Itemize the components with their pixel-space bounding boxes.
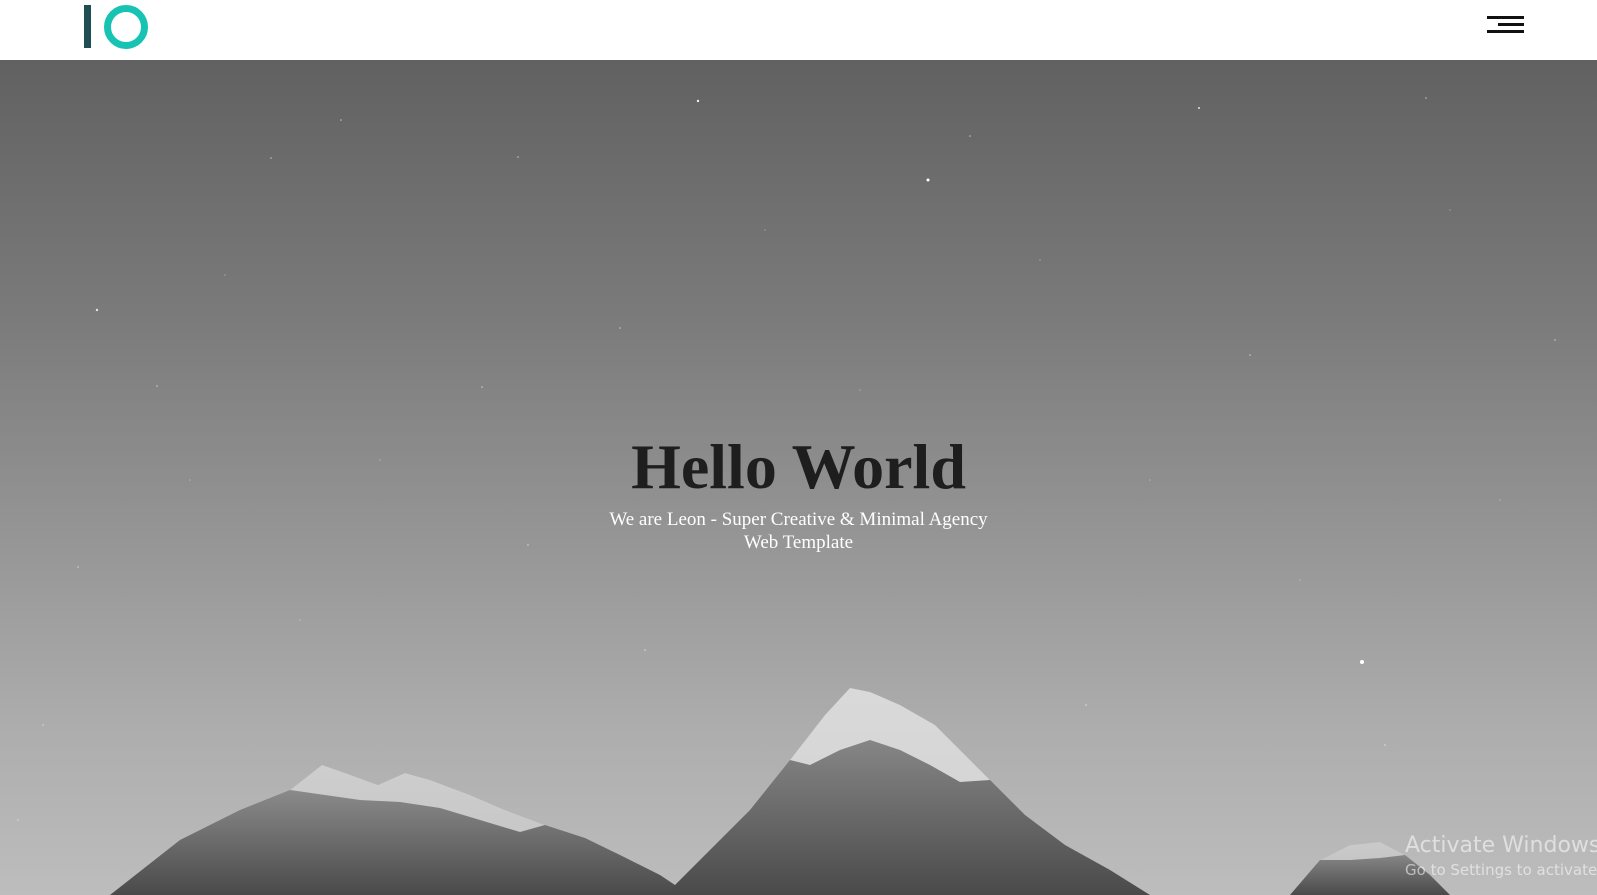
menu-line	[1498, 23, 1524, 26]
menu-line	[1487, 30, 1524, 33]
site-header	[0, 0, 1597, 60]
logo-bar	[84, 5, 91, 48]
menu-line	[1487, 16, 1524, 19]
io-logo-icon[interactable]	[82, 3, 152, 49]
hero-content: Hello World We are Leon - Super Creative…	[0, 430, 1597, 554]
hero-subtitle: We are Leon - Super Creative & Minimal A…	[609, 509, 988, 553]
watermark-subtitle: Go to Settings to activate Windows.	[1405, 861, 1597, 879]
hamburger-menu-icon[interactable]	[1484, 14, 1524, 38]
hero-section: Hello World We are Leon - Super Creative…	[0, 60, 1597, 895]
windows-activation-watermark: Activate Windows Go to Settings to activ…	[1405, 832, 1597, 880]
hero-title: Hello World	[631, 431, 966, 502]
watermark-title: Activate Windows	[1405, 833, 1597, 858]
logo-ring	[104, 5, 148, 49]
